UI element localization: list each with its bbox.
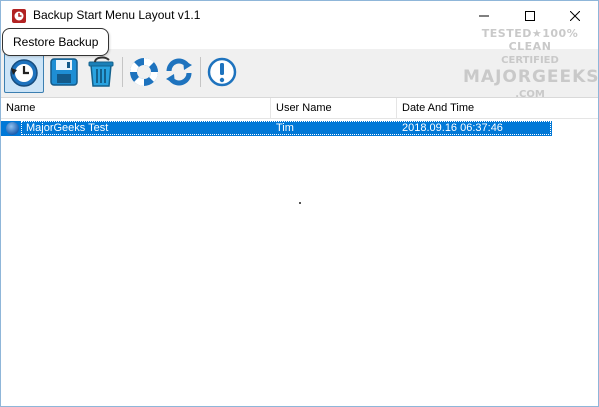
watermark-line1: TESTED★100% CLEAN [481, 27, 579, 53]
restore-icon [10, 59, 38, 87]
cursor-dot [299, 202, 301, 204]
watermark-line2: CERTIFIED [501, 55, 559, 66]
backup-list[interactable]: Name User Name Date And Time MajorGeeks … [1, 98, 598, 404]
save-icon [50, 58, 78, 86]
list-header: Name User Name Date And Time [1, 98, 598, 119]
help-button[interactable] [125, 53, 163, 91]
lifebuoy-icon [130, 58, 158, 86]
app-window: Backup Start Menu Layout v1.1 TESTED★100… [0, 0, 599, 407]
about-button[interactable] [203, 53, 241, 91]
refresh-button[interactable] [160, 53, 198, 91]
toolbar-separator [200, 57, 201, 87]
row-name: MajorGeeks Test [26, 122, 109, 134]
column-header-user[interactable]: User Name [271, 98, 397, 118]
row-user: Tim [276, 122, 294, 134]
column-header-datetime[interactable]: Date And Time [397, 98, 598, 118]
refresh-icon [166, 58, 192, 86]
trash-icon [88, 56, 114, 87]
restore-backup-button[interactable] [4, 53, 44, 93]
minimize-icon [479, 15, 489, 17]
row-datetime: 2018.09.16 06:37:46 [402, 122, 503, 134]
backup-item-icon [6, 122, 19, 135]
table-row[interactable]: MajorGeeks Test Tim 2018.09.16 06:37:46 [1, 121, 552, 136]
app-icon [12, 9, 26, 23]
column-header-name[interactable]: Name [1, 98, 271, 118]
toolbar-separator [122, 57, 123, 87]
watermark-line3: MAJORGEEKS [463, 67, 599, 87]
close-icon [570, 11, 580, 21]
tooltip: Restore Backup [2, 28, 110, 56]
maximize-icon [525, 11, 535, 21]
window-title: Backup Start Menu Layout v1.1 [33, 8, 201, 22]
info-icon [207, 57, 237, 87]
save-backup-button[interactable] [45, 53, 83, 91]
watermark-logo: TESTED★100% CLEAN CERTIFIED MAJORGEEKS .… [463, 27, 599, 107]
delete-backup-button[interactable] [82, 53, 120, 91]
